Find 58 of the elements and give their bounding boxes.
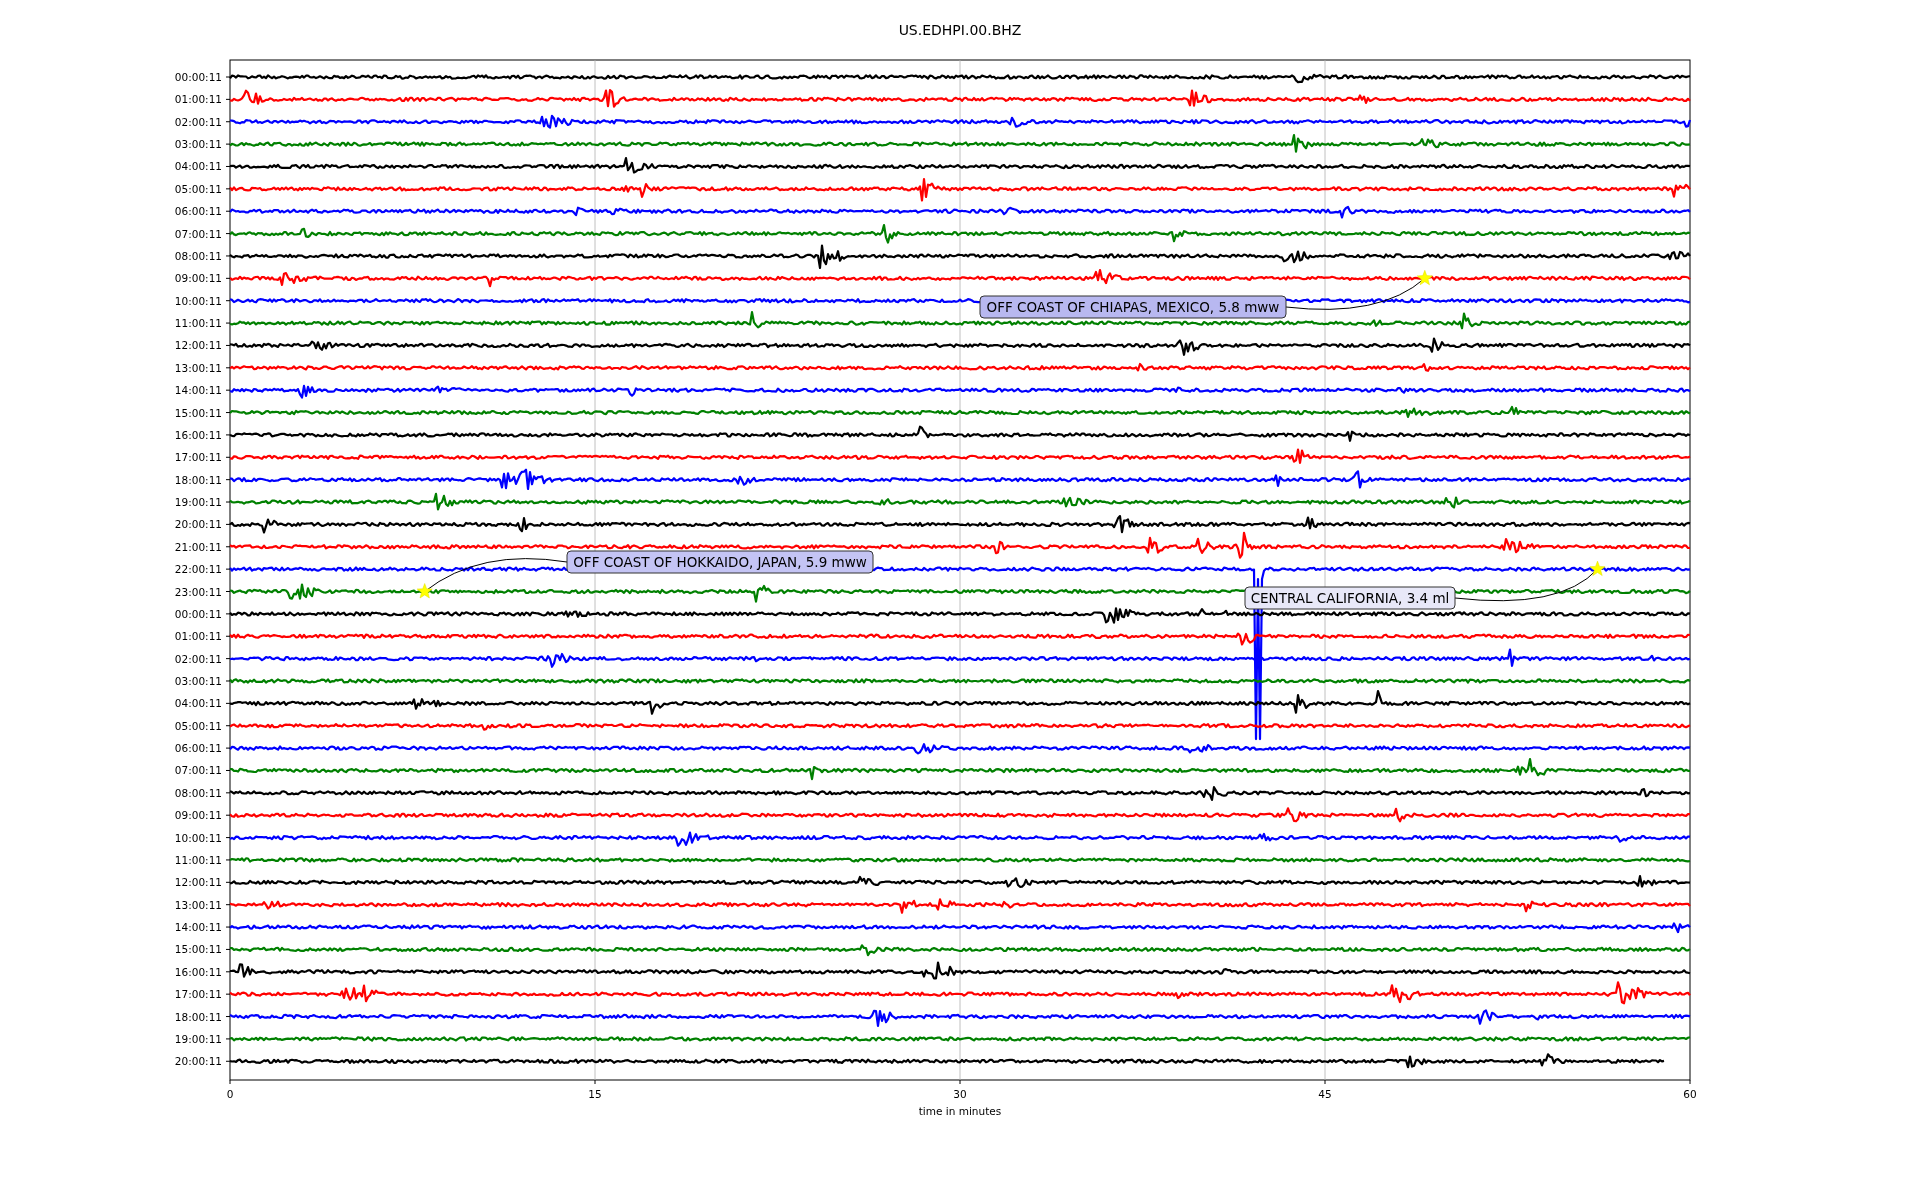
star-icon [1416, 270, 1433, 286]
y-tick-label: 13:00:11 [174, 898, 222, 911]
y-tick-label: 07:00:11 [174, 227, 222, 240]
event-annotation: OFF COAST OF HOKKAIDO, JAPAN, 5.9 mww [566, 550, 874, 574]
plot-title: US.EDHPI.00.BHZ [898, 22, 1022, 38]
x-tick-label: 15 [588, 1088, 602, 1100]
y-tick-label: 09:00:11 [174, 272, 222, 285]
y-tick-label: 10:00:11 [174, 831, 222, 844]
y-tick-label: 02:00:11 [174, 115, 222, 128]
y-tick-label: 08:00:11 [174, 249, 222, 262]
y-tick-label: 16:00:11 [174, 965, 222, 978]
y-tick-label: 00:00:11 [174, 71, 222, 83]
x-tick-label: 60 [1683, 1088, 1697, 1100]
y-tick-label: 14:00:11 [174, 384, 222, 397]
y-tick-label: 02:00:11 [174, 652, 222, 665]
y-tick-label: 15:00:11 [174, 943, 222, 956]
y-tick-label: 08:00:11 [174, 786, 222, 799]
x-tick-label: 45 [1318, 1088, 1332, 1100]
y-tick-label: 11:00:11 [174, 853, 222, 866]
y-tick-label: 11:00:11 [174, 317, 222, 330]
y-tick-label: 05:00:11 [174, 182, 222, 195]
star-icon [1589, 560, 1606, 576]
y-tick-label: 12:00:11 [174, 339, 222, 352]
y-tick-label: 22:00:11 [174, 563, 222, 576]
y-tick-label: 04:00:11 [174, 697, 222, 710]
y-tick-label: 01:00:11 [174, 93, 222, 106]
y-tick-label: 20:00:11 [174, 518, 222, 531]
x-tick-label: 30 [953, 1088, 967, 1100]
y-tick-label: 10:00:11 [174, 294, 222, 307]
event-annotation: CENTRAL CALIFORNIA, 3.4 ml [1244, 586, 1456, 610]
y-tick-label: 19:00:11 [174, 1032, 222, 1045]
y-tick-label: 04:00:11 [174, 160, 222, 173]
x-axis-label: time in minutes [918, 1105, 1002, 1117]
y-tick-label: 20:00:11 [174, 1055, 222, 1068]
y-tick-label: 06:00:11 [174, 205, 222, 218]
y-tick-label: 13:00:11 [174, 361, 222, 374]
star-icon [416, 583, 433, 599]
y-tick-label: 15:00:11 [174, 406, 222, 419]
y-tick-label: 18:00:11 [174, 1010, 222, 1023]
event-annotation: OFF COAST OF CHIAPAS, MEXICO, 5.8 mww [979, 295, 1287, 319]
y-tick-label: 12:00:11 [174, 876, 222, 889]
y-tick-label: 23:00:11 [174, 585, 222, 598]
y-tick-label: 14:00:11 [174, 921, 222, 934]
y-tick-label: 16:00:11 [174, 428, 222, 441]
y-tick-label: 03:00:11 [174, 138, 222, 151]
y-tick-label: 06:00:11 [174, 742, 222, 755]
y-tick-label: 03:00:11 [174, 675, 222, 687]
x-tick-label: 0 [226, 1088, 234, 1100]
y-tick-label: 01:00:11 [174, 630, 222, 643]
y-tick-label: 00:00:11 [174, 607, 222, 620]
y-tick-label: 07:00:11 [174, 764, 222, 777]
y-tick-label: 17:00:11 [174, 451, 222, 464]
y-tick-label: 21:00:11 [174, 540, 222, 553]
y-tick-label: 09:00:11 [174, 809, 222, 822]
y-tick-label: 18:00:11 [174, 473, 222, 486]
y-tick-label: 05:00:11 [174, 719, 222, 732]
y-tick-label: 19:00:11 [174, 496, 222, 509]
y-tick-label: 17:00:11 [174, 988, 222, 1001]
